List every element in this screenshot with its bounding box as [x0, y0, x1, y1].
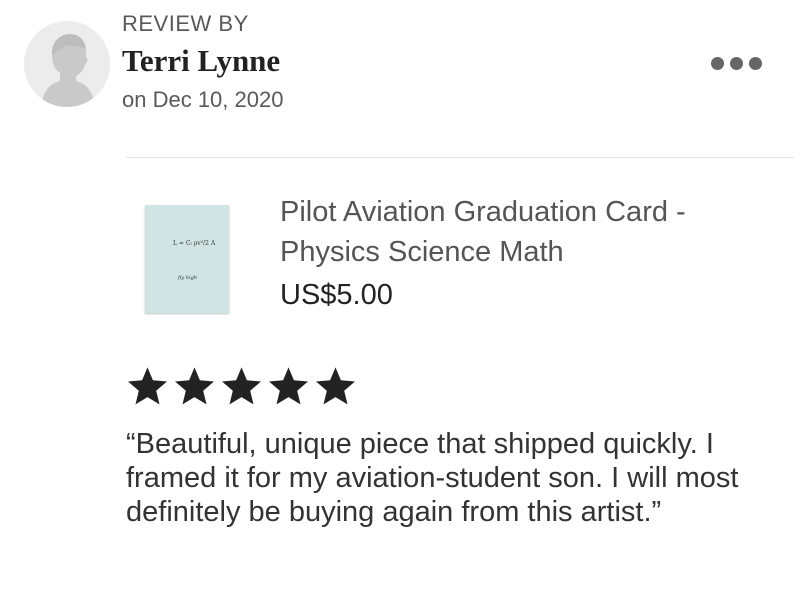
product-thumbnail[interactable]: L = Cₗ ρv²/2 A fly high: [145, 205, 229, 313]
star-icon: [269, 367, 308, 405]
star-icon: [128, 367, 167, 405]
more-options-icon: [729, 56, 743, 70]
product-thumbnail-caption: fly high: [178, 275, 197, 281]
more-options-button[interactable]: [702, 48, 770, 78]
default-user-avatar-icon: [24, 21, 110, 107]
reviewed-product: L = Cₗ ρv²/2 A fly high Pilot Aviation G…: [0, 170, 794, 340]
more-options-icon: [710, 56, 724, 70]
review-header: REVIEW BY Terri Lynne on Dec 10, 2020: [0, 0, 794, 130]
divider: [126, 157, 794, 158]
review-by-label: REVIEW BY: [122, 11, 249, 36]
reviewer-avatar[interactable]: [24, 21, 110, 107]
star-icon: [222, 367, 261, 405]
product-title-link[interactable]: Pilot Aviation Graduation Card - Physics…: [280, 192, 760, 272]
product-price: US$5.00: [280, 279, 393, 311]
reviewer-name[interactable]: Terri Lynne: [122, 42, 280, 80]
star-icon: [175, 367, 214, 405]
star-rating: [126, 366, 357, 406]
more-options-icon: [748, 56, 762, 70]
review-text: “Beautiful, unique piece that shipped qu…: [126, 428, 739, 528]
review-date: on Dec 10, 2020: [122, 87, 284, 112]
product-thumbnail-formula: L = Cₗ ρv²/2 A: [173, 240, 216, 247]
star-icon: [316, 367, 355, 405]
